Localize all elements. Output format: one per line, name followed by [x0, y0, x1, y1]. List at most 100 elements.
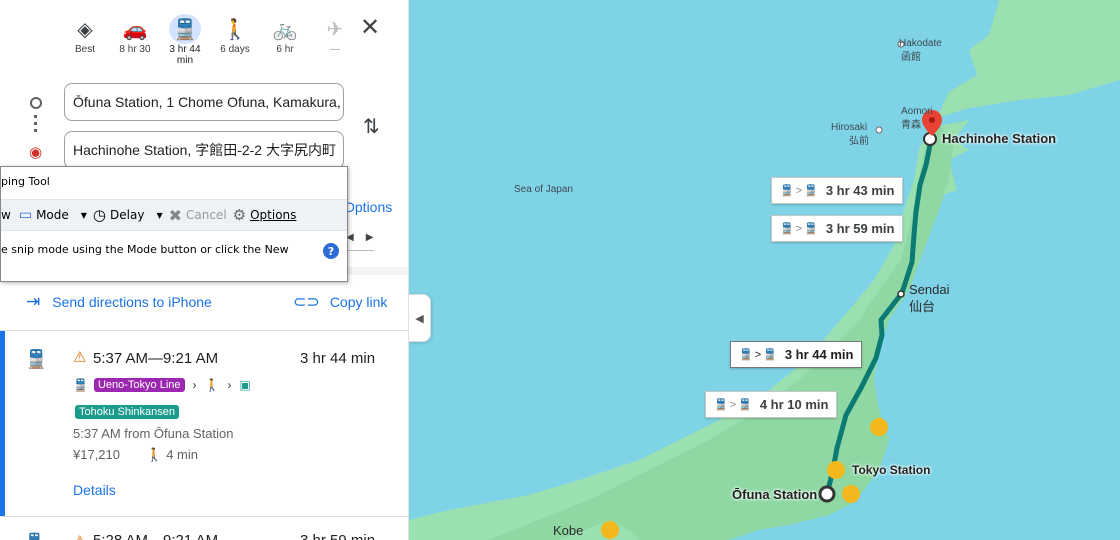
trip-duration: 3 hr 44 min: [300, 350, 376, 367]
shinkansen-icon: ▣: [239, 378, 251, 392]
route-dots-icon: [34, 115, 37, 135]
ofuna-station-label[interactable]: Ōfuna Station: [732, 487, 817, 502]
mode-walk[interactable]: 🚶 6 days: [210, 14, 260, 66]
selection-indicator: [0, 331, 5, 516]
aomori-jp-label: 青森: [901, 120, 921, 131]
destination-pin-icon: ◉: [29, 144, 43, 161]
sendai-jp-label: 仙台: [909, 299, 936, 314]
trip-legs: 🚆 Ueno-Tokyo Line › 🚶 › ▣: [73, 378, 251, 392]
hirosaki-dot: [875, 126, 883, 134]
walk-icon: 🚶: [146, 447, 163, 462]
bike-icon: 🚲: [272, 18, 298, 41]
walk-duration: 4 min: [166, 447, 198, 462]
train-icon: 🚆: [169, 14, 201, 44]
trip-times: 5:37 AM—9:21 AM: [93, 350, 219, 367]
sendai-dot: [897, 290, 905, 298]
fare-row: ¥17,210 🚶 4 min: [73, 447, 198, 463]
destination-pin-dot: [929, 117, 935, 123]
destination-input[interactable]: Hachinohe Station, 字館田-2-2 大字尻内町: [64, 131, 344, 169]
dropdown-arrow-icon: ▼: [156, 210, 163, 220]
walk-icon: 🚶: [222, 18, 248, 41]
trip-option-next[interactable]: 🚆 ⚠ 5:28 AM—9:21 AM 3 hr 59 min: [0, 516, 408, 540]
send-phone-icon: ⇥: [26, 292, 41, 311]
snip-toolbar: w ▭ Mode ▼ ◷ Delay ▼ ✖ Cancel ⚙ Options: [1, 199, 347, 231]
hakodate-jp-label: 函館: [901, 52, 921, 63]
hachinohe-marker: [923, 132, 937, 146]
x-icon: ✖: [168, 205, 182, 225]
ofuna-marker: [818, 485, 836, 503]
route-option-4[interactable]: 🚆>🚆 4 hr 10 min: [705, 391, 838, 418]
tokyo-station-label[interactable]: Tokyo Station: [852, 463, 930, 477]
line-badge-ueno-tokyo: Ueno-Tokyo Line: [93, 378, 185, 392]
trip-times: 5:28 AM—9:21 AM: [93, 532, 218, 540]
warning-icon: ⚠: [73, 532, 86, 540]
mode-flight[interactable]: ✈ —: [310, 14, 360, 66]
fare: ¥17,210: [73, 447, 120, 462]
snip-mode-icon: ▭: [18, 207, 33, 223]
train-transfer-icon: 🚆>🚆: [780, 223, 820, 235]
poi-star-3: [842, 485, 860, 503]
route-option-selected[interactable]: 🚆>🚆 3 hr 44 min: [730, 341, 863, 368]
chevron-right-icon: ›: [227, 378, 232, 392]
gear-icon: ⚙: [232, 206, 247, 224]
chevron-left-icon: ◀: [415, 312, 424, 325]
hokkaido-land: [937, 0, 1120, 118]
car-icon: 🚗: [122, 18, 148, 41]
collapse-panel-button[interactable]: ◀: [409, 294, 431, 342]
clock-icon: ◷: [92, 206, 107, 224]
sendai-label: Sendai: [909, 282, 950, 297]
trip-option-selected[interactable]: 🚆 ⚠ 5:37 AM—9:21 AM 3 hr 44 min 🚆 Ueno-T…: [0, 331, 408, 516]
train-icon: 🚆: [25, 532, 44, 540]
train-transfer-icon: 🚆>🚆: [714, 399, 754, 411]
mode-best[interactable]: ◈ Best: [60, 14, 110, 66]
help-icon[interactable]: ?: [323, 243, 339, 259]
mode-button[interactable]: ▭ Mode ▼: [19, 207, 87, 223]
link-icon: ⊂⊃: [293, 294, 320, 311]
sea-label: Sea of Japan: [514, 184, 573, 195]
chevron-right-icon: ›: [192, 378, 197, 392]
train-icon: 🚆: [73, 378, 88, 392]
dropdown-arrow-icon: ▼: [80, 210, 87, 220]
poi-star-2: [827, 461, 845, 479]
scroll-arrows[interactable]: ◀▶: [346, 232, 385, 243]
hachinohe-station-label[interactable]: Hachinohe Station: [942, 131, 1056, 146]
mode-drive[interactable]: 🚗 8 hr 30: [110, 14, 160, 66]
options-button[interactable]: ⚙ Options: [233, 206, 297, 224]
close-icon[interactable]: ✕: [360, 16, 380, 40]
copy-link-button[interactable]: ⊂⊃ Copy link: [293, 292, 387, 312]
warning-icon: ⚠: [73, 349, 87, 366]
map-view[interactable]: Sea of Japan Hakodate 函館 Aomori 青森 Hiros…: [409, 0, 1120, 540]
hirosaki-jp-label: 弘前: [849, 136, 869, 147]
swap-icon[interactable]: ⇅: [363, 114, 380, 139]
train-transfer-icon: 🚆>🚆: [739, 349, 779, 361]
cancel-button[interactable]: ✖ Cancel: [169, 206, 227, 225]
tohoku-row: Tohoku Shinkansen: [75, 402, 180, 420]
send-to-phone-button[interactable]: ⇥ Send directions to iPhone: [26, 292, 212, 312]
poi-star-4: [601, 521, 619, 539]
new-button[interactable]: w: [1, 208, 11, 222]
options-link[interactable]: Options: [344, 199, 392, 215]
origin-circle-icon: [30, 97, 42, 109]
mode-bike[interactable]: 🚲 6 hr: [260, 14, 310, 66]
mode-transit[interactable]: 🚆 3 hr 44 min: [160, 14, 210, 66]
best-route-icon: ◈: [77, 18, 93, 41]
kobe-label: Kobe: [553, 523, 584, 538]
line-badge-tohoku-shinkansen: Tohoku Shinkansen: [75, 405, 180, 419]
details-link[interactable]: Details: [73, 482, 116, 498]
departure-info: 5:37 AM from Ōfuna Station: [73, 426, 234, 441]
window-title: ping Tool: [1, 175, 50, 188]
trip-duration: 3 hr 59 min: [300, 532, 375, 540]
snipping-tool-window[interactable]: ping Tool w ▭ Mode ▼ ◷ Delay ▼ ✖ Cancel …: [0, 166, 348, 282]
origin-input[interactable]: Ōfuna Station, 1 Chome Ofuna, Kamakura,: [64, 83, 344, 121]
route-option-2[interactable]: 🚆>🚆 3 hr 59 min: [771, 215, 904, 242]
map-canvas: [409, 0, 1120, 540]
travel-modes: ◈ Best 🚗 8 hr 30 🚆 3 hr 44 min 🚶 6 days …: [60, 14, 360, 66]
delay-button[interactable]: ◷ Delay ▼: [93, 206, 163, 224]
poi-star-1: [870, 418, 888, 436]
walk-icon: 🚶: [204, 378, 220, 392]
plane-icon: ✈: [326, 18, 344, 41]
train-icon: 🚆: [25, 349, 48, 369]
instructions-text: e snip mode using the Mode button or cli…: [1, 243, 289, 256]
route-option-1[interactable]: 🚆>🚆 3 hr 43 min: [771, 177, 904, 204]
train-transfer-icon: 🚆>🚆: [780, 185, 820, 197]
